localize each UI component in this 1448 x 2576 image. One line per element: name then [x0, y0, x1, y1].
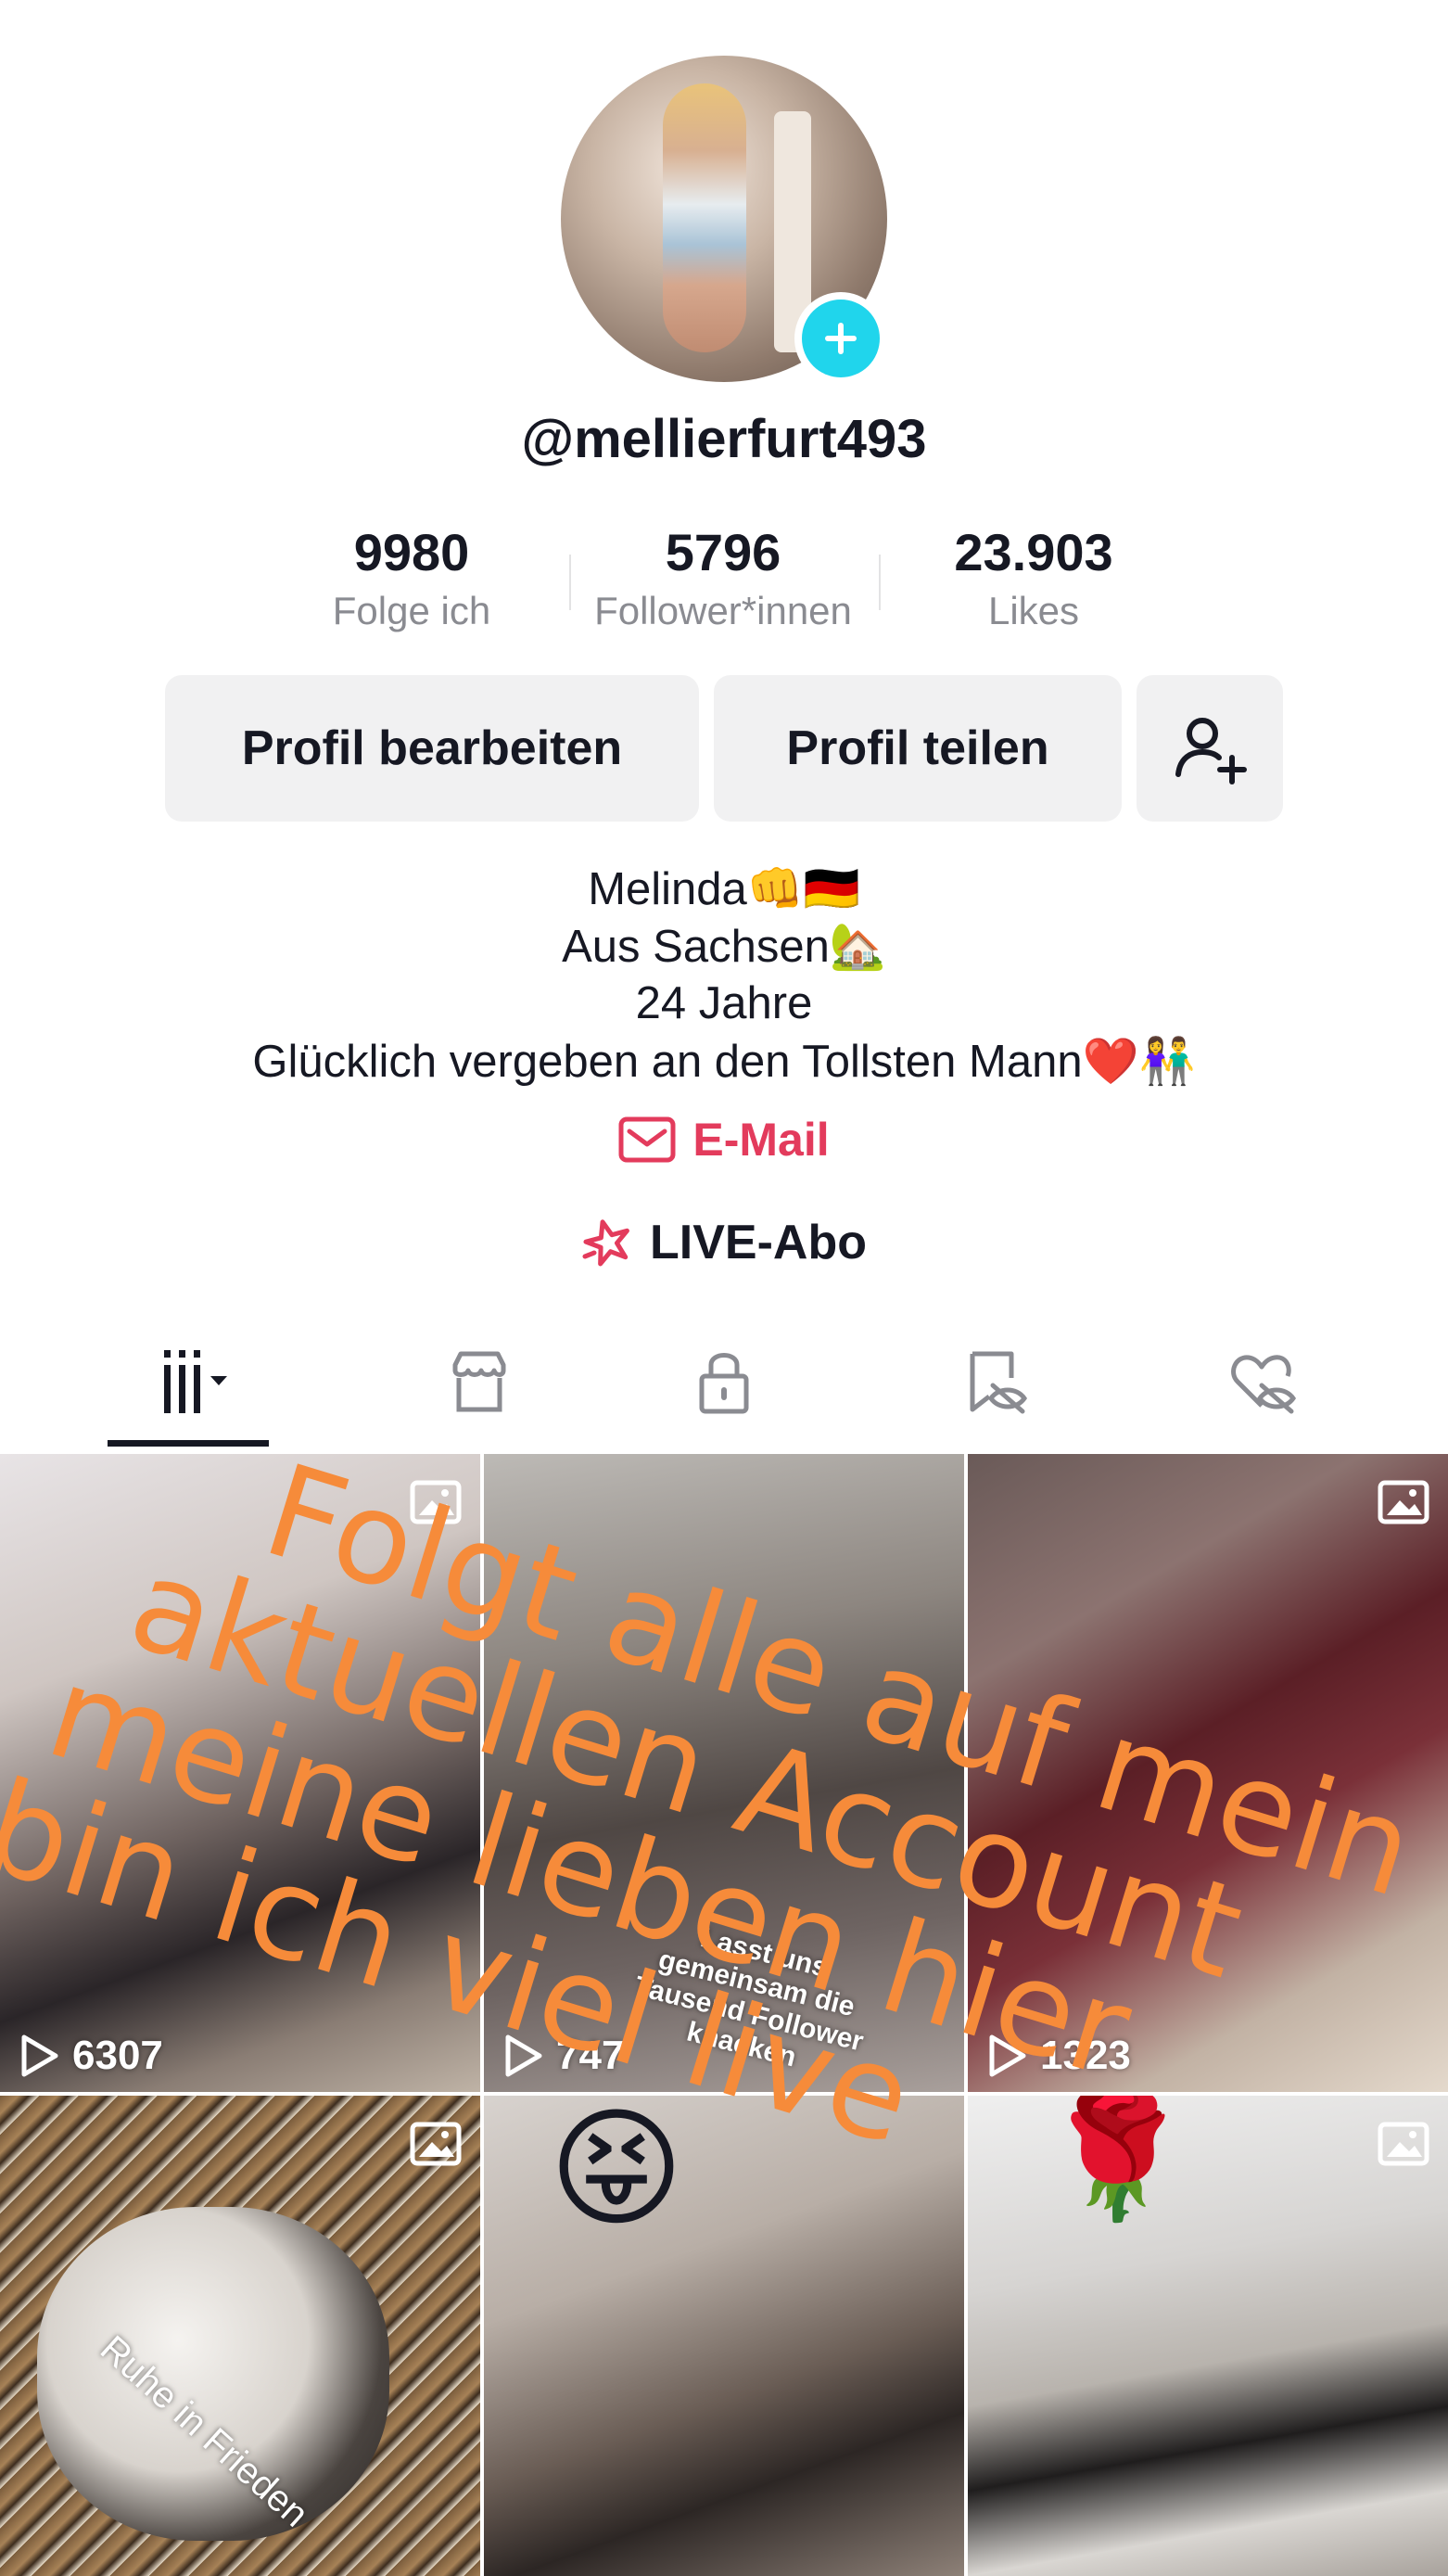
avatar-person-shape [663, 83, 746, 352]
bio-line-location: Aus Sachsen🏡 [562, 922, 886, 972]
stat-following-label: Folge ich [332, 588, 491, 632]
grid-item[interactable]: Ruhe in Frieden [0, 2096, 480, 2576]
stat-likes-value: 23.903 [954, 523, 1113, 581]
lock-icon [699, 1353, 749, 1414]
stat-likes[interactable]: 23.903 Likes [881, 524, 1187, 633]
edit-profile-button[interactable]: Profil bearbeiten [165, 675, 699, 822]
cat-shape [37, 2207, 389, 2541]
grid-item[interactable]: 1323 [968, 1454, 1448, 2092]
videos-tab[interactable] [108, 1335, 269, 1428]
bio-line-name: Melinda👊🇩🇪 [588, 864, 860, 914]
stat-following-value: 9980 [353, 523, 470, 581]
heart-hidden-icon [1231, 1355, 1297, 1414]
live-star-icon [582, 1219, 629, 1267]
view-count: 747 [502, 2033, 624, 2079]
view-count-value: 6307 [72, 2033, 163, 2078]
person-add-icon [1175, 718, 1247, 784]
shop-icon [452, 1351, 506, 1412]
active-tab-indicator [108, 1440, 269, 1447]
bio-line-relationship: Glücklich vergeben an den Tollsten Mann❤… [252, 1037, 1196, 1087]
saved-tab[interactable] [934, 1335, 1055, 1428]
stat-followers-value: 5796 [665, 523, 781, 581]
grid-item[interactable]: 😝 [484, 2096, 964, 2576]
view-count-value: 1323 [1040, 2033, 1131, 2078]
view-count-value: 747 [556, 2033, 625, 2078]
play-icon [21, 2034, 58, 2077]
photo-gallery-icon [410, 1480, 462, 1524]
stat-followers[interactable]: 5796 Follower*innen [570, 524, 876, 633]
play-icon [505, 2034, 542, 2077]
add-avatar-button[interactable] [794, 292, 887, 385]
squinting-tongue-emoji: 😝 [549, 2096, 684, 2245]
profile-username: @mellierfurt493 [521, 409, 927, 469]
private-tab[interactable] [664, 1335, 784, 1428]
grid-item[interactable]: Lasst uns gemeinsam die Tausend Follower… [484, 1454, 964, 2092]
plus-icon [825, 323, 857, 354]
email-label: E-Mail [692, 1114, 830, 1166]
grid-bars-icon [164, 1350, 227, 1413]
view-count: 1323 [986, 2033, 1131, 2079]
liked-tab[interactable] [1201, 1335, 1322, 1428]
share-profile-button[interactable]: Profil teilen [714, 675, 1122, 822]
photo-gallery-icon [1378, 1480, 1429, 1524]
add-friend-button[interactable] [1137, 675, 1283, 822]
envelope-icon [618, 1116, 676, 1163]
photo-gallery-icon [1378, 2122, 1429, 2166]
grid-item[interactable]: 🌹 [968, 2096, 1448, 2576]
photo-gallery-icon [410, 2122, 462, 2166]
play-icon [989, 2034, 1026, 2077]
live-subscription-link[interactable]: LIVE-Abo [0, 1215, 1448, 1270]
live-subscription-label: LIVE-Abo [650, 1216, 867, 1269]
video-caption: Lasst uns gemeinsam die Tausend Follower… [631, 1922, 867, 2073]
view-count: 6307 [19, 2033, 163, 2079]
stat-followers-label: Follower*innen [594, 588, 852, 632]
bio-line-age: 24 Jahre [635, 978, 813, 1028]
bookmark-hidden-icon [970, 1351, 1028, 1414]
grid-item[interactable]: 6307 [0, 1454, 480, 2092]
rose-emoji: 🌹 [1042, 2096, 1192, 2226]
stat-likes-label: Likes [987, 588, 1080, 632]
shop-tab[interactable] [419, 1335, 540, 1428]
email-link[interactable]: E-Mail [0, 1113, 1448, 1167]
stat-following[interactable]: 9980 Folge ich [259, 524, 565, 633]
